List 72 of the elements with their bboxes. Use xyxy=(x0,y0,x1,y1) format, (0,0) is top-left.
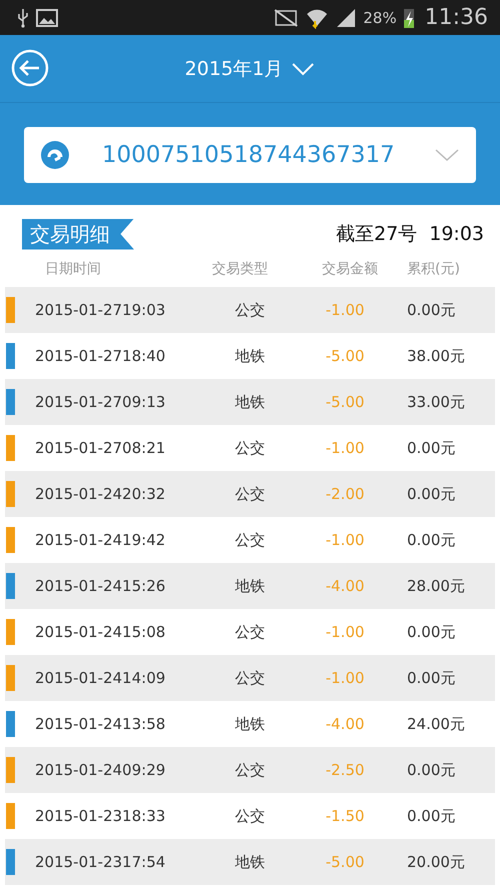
table-cell-text: 0.00元 xyxy=(406,760,456,780)
table-cell-text: 0.00元 xyxy=(406,622,456,642)
table-cell-text: -1.00 xyxy=(324,623,366,641)
battery-icon xyxy=(402,6,415,28)
table-cell-text: 2015-01-2415:08 xyxy=(34,623,166,641)
table-cell-text: 2015-01-2719:03 xyxy=(34,301,166,319)
table-cell-text: -1.00 xyxy=(324,669,366,687)
table-cell-text: 0.00元 xyxy=(406,668,456,688)
table-cell-text: 地铁 xyxy=(234,852,266,872)
mute-icon xyxy=(273,8,300,28)
table-cell-text: 公交 xyxy=(234,760,266,780)
column-header: 交易金额 xyxy=(321,260,379,278)
table-cell-text: 公交 xyxy=(234,300,266,320)
clock: 11:36 xyxy=(424,5,488,30)
card-number: 10007510518744367317 xyxy=(102,142,396,168)
table-cell-text: 2015-01-2318:33 xyxy=(34,807,166,825)
table-cell-text: 28.00元 xyxy=(406,576,465,596)
table-cell-text: 地铁 xyxy=(234,346,266,366)
table-cell-text: -2.50 xyxy=(324,761,366,779)
table-cell-text: -4.00 xyxy=(324,577,366,595)
battery-percent: 28% xyxy=(363,8,397,26)
table-cell-text: 2015-01-2415:26 xyxy=(34,577,166,595)
table-cell-text: 2015-01-2413:58 xyxy=(34,715,166,733)
table-cell-text: 2015-01-2709:13 xyxy=(34,393,166,411)
table-cell-text: -1.50 xyxy=(324,807,366,825)
as-of-time: 截至27号 19:03 xyxy=(336,222,484,247)
table-cell-text: 2015-01-2414:09 xyxy=(34,669,166,687)
chevron-down-icon xyxy=(291,62,316,76)
card-logo-icon xyxy=(40,140,70,170)
table-cell-text: -4.00 xyxy=(324,715,366,733)
table-cell-text: -1.00 xyxy=(324,301,366,319)
table-cell-text: 地铁 xyxy=(234,576,266,596)
table-cell-text: 公交 xyxy=(234,668,266,688)
table-cell-text: 2015-01-2409:29 xyxy=(34,761,166,779)
table-cell-text: -1.00 xyxy=(324,439,366,457)
month-selector[interactable]: 2015年1月 xyxy=(184,56,316,82)
table-cell-text: 2015-01-2718:40 xyxy=(34,347,166,365)
table-cell-text: 0.00元 xyxy=(406,300,456,320)
table-cell-text: 2015-01-2317:54 xyxy=(34,853,166,871)
table-cell-text: 0.00元 xyxy=(406,806,456,826)
table-cell-text: -5.00 xyxy=(324,853,366,871)
table-cell-text: 2015-01-2708:21 xyxy=(34,439,166,457)
table-cell-text: -5.00 xyxy=(324,393,366,411)
table-cell-text: 公交 xyxy=(234,622,266,642)
table-cell-text: 2015-01-2419:42 xyxy=(34,531,166,549)
signal-icon xyxy=(335,8,358,28)
table-cell-text: -5.00 xyxy=(324,347,366,365)
table-cell-text: 20.00元 xyxy=(406,852,465,872)
back-button[interactable] xyxy=(11,49,49,87)
chevron-down-icon xyxy=(434,148,460,162)
table-cell-text: 0.00元 xyxy=(406,438,456,458)
table-cell-text: 地铁 xyxy=(234,392,266,412)
table-cell-text: 33.00元 xyxy=(406,392,465,412)
card-selector[interactable]: 10007510518744367317 xyxy=(24,127,476,183)
column-header: 交易类型 xyxy=(211,260,269,278)
table-cell-text: -2.00 xyxy=(324,485,366,503)
image-icon xyxy=(36,8,58,26)
table-cell-text: 公交 xyxy=(234,530,266,550)
table-cell-text: 0.00元 xyxy=(406,484,456,504)
table-cell-text: 38.00元 xyxy=(406,346,465,366)
column-header: 累积(元) xyxy=(406,260,460,278)
table-cell-text: 地铁 xyxy=(234,714,266,734)
table-cell-text: -1.00 xyxy=(324,531,366,549)
table-cell-text: 公交 xyxy=(234,438,266,458)
table-cell-text: 公交 xyxy=(234,806,266,826)
table-cell-text: 2015-01-2420:32 xyxy=(34,485,166,503)
table-cell-text: 24.00元 xyxy=(406,714,465,734)
column-header: 日期时间 xyxy=(44,260,102,278)
section-tag: 交易明细 xyxy=(22,218,134,250)
usb-icon xyxy=(16,8,30,28)
table-cell-text: 公交 xyxy=(234,484,266,504)
table-cell-text: 0.00元 xyxy=(406,530,456,550)
